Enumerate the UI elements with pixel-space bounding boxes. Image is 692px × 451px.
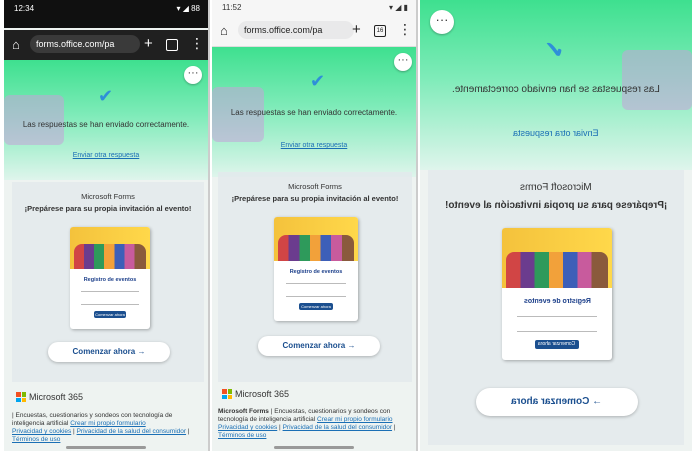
invite-card: Microsoft Forms ¡Prepárese para su propi… [12, 182, 204, 382]
privacy-link[interactable]: Privacidad y cookies [12, 428, 71, 435]
send-another-link[interactable]: Enviar otra respuesta [4, 152, 208, 159]
status-bar: 12:34 ▾ ◢ 88 [4, 0, 208, 28]
address-bar: ⌂ forms.office.com/pa + 16 ⋮ [212, 16, 416, 47]
flyer-cta: Comenzar ahora [94, 311, 126, 318]
start-now-button[interactable]: Comenzar ahora → [258, 336, 380, 356]
success-message: Las respuestas se han enviado correctame… [230, 108, 398, 117]
health-privacy-link[interactable]: Privacidad de la salud del consumidor [283, 424, 392, 431]
brand-label: Microsoft Forms [520, 182, 592, 193]
success-check-icon: ✔ [544, 37, 565, 64]
tab-switcher-icon[interactable] [166, 39, 178, 51]
start-now-button[interactable]: Comenzar ahora → [48, 342, 170, 362]
success-check-icon: ✔ [98, 86, 114, 106]
brand-label: Microsoft Forms [81, 192, 135, 201]
gesture-bar[interactable] [66, 446, 146, 449]
invite-card: Microsoft Forms ¡Prepárese para su propi… [428, 170, 684, 445]
new-tab-icon[interactable]: + [144, 35, 153, 52]
more-options-icon[interactable]: ··· [394, 53, 412, 71]
phone-screenshot-1: 12:34 ▾ ◢ 88 ⌂ forms.office.com/pa + ⋮ ·… [4, 0, 210, 451]
home-icon[interactable]: ⌂ [220, 23, 228, 38]
health-privacy-link[interactable]: Privacidad de la salud del consumidor [77, 428, 186, 435]
flyer-title: Registro de eventos [289, 269, 343, 275]
invite-title: ¡Prepárese para su propia invitación al … [444, 200, 668, 211]
create-form-link[interactable]: Crear mi propio formulario [317, 416, 393, 423]
more-options-icon[interactable]: ··· [430, 10, 454, 34]
brand-label: Microsoft Forms [288, 182, 342, 191]
status-time: 12:34 [14, 4, 35, 13]
mirrored-screenshot: ··· ✔ Las respuestas se han enviado corr… [420, 0, 692, 451]
microsoft-logo-icon [222, 389, 232, 399]
status-bar: 11:52 ▾ ◢ ▮ [212, 0, 416, 16]
more-options-icon[interactable]: ··· [184, 66, 202, 84]
url-field[interactable]: forms.office.com/pa [238, 21, 354, 39]
tab-switcher-icon[interactable]: 16 [374, 25, 386, 37]
url-field[interactable]: forms.office.com/pa [30, 35, 140, 53]
more-menu-icon[interactable]: ⋮ [190, 35, 204, 52]
gesture-bar[interactable] [274, 446, 354, 449]
event-flyer-image: Registro de eventos Comenzar ahora [70, 227, 150, 329]
invite-card: Microsoft Forms ¡Prepárese para su propi… [218, 172, 412, 382]
footer-text: Microsoft Forms | Encuestas, cuestionari… [218, 408, 396, 439]
new-tab-icon[interactable]: + [352, 21, 361, 38]
start-now-button[interactable]: → Comenzar ahora [476, 388, 638, 416]
event-flyer-image: Registro de eventos Comenzar ahora [502, 228, 612, 360]
battery-icon: ▾ ◢ 88 [176, 4, 200, 13]
invite-title: ¡Prepárese para su propia invitación al … [231, 194, 399, 203]
address-bar: ⌂ forms.office.com/pa + ⋮ [4, 30, 208, 60]
home-icon[interactable]: ⌂ [12, 37, 20, 52]
footer-text: | Encuestas, cuestionarios y sondeos con… [12, 412, 190, 443]
ms365-label: Microsoft 365 [29, 392, 84, 402]
footer-brand: Microsoft Forms [218, 408, 269, 415]
terms-link[interactable]: Términos de uso [218, 432, 266, 439]
flyer-cta: Comenzar ahora [535, 340, 579, 349]
ms365-label: Microsoft 365 [235, 389, 290, 399]
flyer-title: Registro de eventos [83, 277, 137, 283]
privacy-link[interactable]: Privacidad y cookies [218, 424, 277, 431]
send-another-link[interactable]: Enviar otra respuesta [420, 128, 692, 138]
flyer-title: Registro de eventos [523, 298, 591, 305]
invite-title: ¡Prepárese para su propia invitación al … [24, 204, 192, 213]
flyer-cta: Comenzar ahora [299, 303, 333, 310]
create-form-link[interactable]: Crear mi propio formulario [70, 420, 146, 427]
success-check-icon: ✔ [310, 71, 326, 91]
success-message: Las respuestas se han enviado correctame… [452, 84, 660, 95]
more-menu-icon[interactable]: ⋮ [398, 21, 412, 38]
decorative-shape [622, 50, 692, 110]
microsoft-logo-icon [16, 392, 26, 402]
status-time: 11:52 [222, 3, 242, 12]
success-message: Las respuestas se han enviado correctame… [22, 120, 190, 129]
event-flyer-image: Registro de eventos Comenzar ahora [274, 217, 358, 321]
battery-icon: ▾ ◢ ▮ [388, 3, 408, 12]
terms-link[interactable]: Términos de uso [12, 436, 60, 443]
send-another-link[interactable]: Enviar otra respuesta [212, 142, 416, 149]
phone-screenshot-2: 11:52 ▾ ◢ ▮ ⌂ forms.office.com/pa + 16 ⋮… [212, 0, 418, 451]
